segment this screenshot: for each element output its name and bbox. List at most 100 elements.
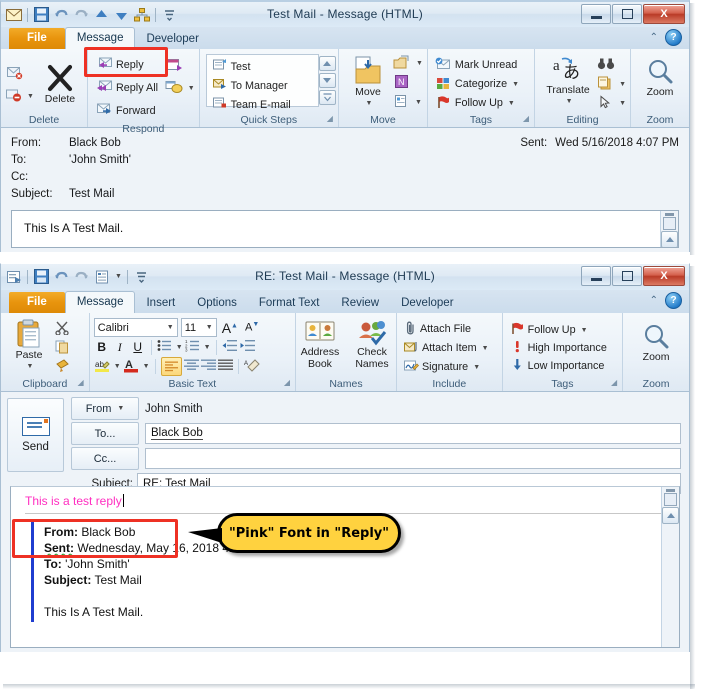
justify-button[interactable]	[217, 359, 233, 374]
clear-formatting-button[interactable]: A	[244, 358, 260, 375]
scroll-split-handle[interactable]	[666, 489, 675, 492]
font-color-button[interactable]: A	[123, 358, 139, 376]
related-button[interactable]: ▼	[597, 75, 626, 94]
minimize-button[interactable]	[581, 4, 611, 24]
follow-up-dropdown-icon[interactable]: ▼	[581, 327, 588, 334]
highlight-dropdown-icon[interactable]: ▼	[114, 363, 121, 370]
bullets-button[interactable]	[157, 339, 172, 355]
tab-file[interactable]: File	[9, 292, 65, 313]
tags-dialog-launcher[interactable]: ◢	[523, 112, 529, 126]
rules-button[interactable]: ▼	[393, 54, 423, 73]
quick-steps-scroll-up[interactable]	[318, 56, 336, 71]
move-button[interactable]: Move ▼	[343, 54, 393, 112]
tab-insert[interactable]: Insert	[135, 293, 186, 313]
maximize-button[interactable]	[612, 266, 642, 286]
tab-file[interactable]: File	[9, 28, 65, 49]
tab-format-text[interactable]: Format Text	[248, 293, 331, 313]
onenote-icon[interactable]: N	[393, 73, 423, 93]
translate-dropdown-icon[interactable]: ▼	[566, 96, 573, 108]
font-size-dropdown-icon[interactable]: ▼	[206, 324, 213, 331]
cc-input[interactable]	[145, 448, 681, 469]
quick-step-team-email[interactable]: Team E-mail	[207, 95, 318, 114]
forward-button[interactable]: Forward	[92, 99, 164, 122]
tab-review[interactable]: Review	[330, 293, 390, 313]
read-message-body[interactable]: This Is A Test Mail.	[11, 210, 679, 248]
to-button[interactable]: To...	[71, 422, 139, 445]
quick-steps-more[interactable]	[318, 90, 336, 105]
select-dropdown-icon[interactable]: ▼	[619, 100, 626, 107]
numbering-button[interactable]: 123	[185, 339, 200, 355]
delete-button[interactable]: Delete	[36, 61, 84, 107]
more-respond-dropdown-icon[interactable]: ▼	[188, 85, 195, 92]
compose-body-scrollbar[interactable]	[661, 487, 679, 647]
tab-options[interactable]: Options	[186, 293, 248, 313]
address-book-button[interactable]: Address Book	[295, 318, 345, 372]
font-color-dropdown-icon[interactable]: ▼	[143, 363, 150, 370]
read-body-scrollbar[interactable]	[660, 211, 678, 247]
bold-button[interactable]: B	[94, 340, 110, 354]
scroll-up-button[interactable]	[662, 507, 679, 524]
check-names-button[interactable]: Check Names	[347, 318, 397, 372]
copy-icon[interactable]	[53, 339, 72, 358]
junk-button[interactable]: ▼	[4, 86, 34, 105]
actions-button[interactable]: ▼	[393, 93, 423, 112]
decrease-indent-button[interactable]	[222, 339, 238, 355]
quick-step-test[interactable]: Test	[207, 57, 318, 76]
shrink-font-button[interactable]: A▼	[243, 321, 261, 334]
tab-message[interactable]: Message	[64, 27, 136, 49]
font-name-combo[interactable]: Calibri ▼	[93, 318, 178, 337]
reply-button[interactable]: Reply	[92, 53, 164, 76]
attach-item-dropdown-icon[interactable]: ▼	[482, 345, 489, 352]
signature-dropdown-icon[interactable]: ▼	[473, 364, 480, 371]
reply-text[interactable]: This is a test reply	[11, 487, 679, 508]
quick-step-to-manager[interactable]: To Manager	[207, 76, 318, 95]
help-icon[interactable]: ?	[665, 29, 682, 46]
quick-steps-scroll-down[interactable]	[318, 73, 336, 88]
find-binoculars-icon[interactable]	[597, 56, 626, 75]
align-left-button[interactable]	[160, 357, 182, 376]
close-button[interactable]: X	[643, 4, 685, 24]
tab-message[interactable]: Message	[64, 291, 136, 313]
tags-dialog-launcher[interactable]: ◢	[611, 376, 617, 390]
signature-button[interactable]: Signature ▼	[401, 358, 483, 377]
align-right-button[interactable]	[200, 359, 216, 374]
compose-window-controls[interactable]: X	[580, 266, 685, 286]
help-icon[interactable]: ?	[665, 292, 682, 309]
move-dropdown-icon[interactable]: ▼	[365, 98, 372, 110]
clipboard-dialog-launcher[interactable]: ◢	[78, 376, 84, 390]
text-highlight-color-button[interactable]: ab	[94, 358, 110, 376]
junk-dropdown-icon[interactable]: ▼	[27, 93, 34, 100]
font-name-dropdown-icon[interactable]: ▼	[167, 324, 174, 331]
zoom-button[interactable]: Zoom	[631, 321, 681, 365]
scroll-up-button[interactable]	[661, 231, 678, 247]
mark-unread-button[interactable]: Mark Unread	[432, 56, 520, 75]
read-window-tabstrip[interactable]: File Message Developer ⌃ ?	[0, 27, 690, 49]
collapse-ribbon-icon[interactable]: ⌃	[650, 295, 658, 306]
increase-indent-button[interactable]	[240, 339, 256, 355]
categorize-dropdown-icon[interactable]: ▼	[512, 81, 519, 88]
more-respond-button[interactable]: ▼	[164, 78, 195, 97]
follow-up-button[interactable]: Follow Up ▼	[432, 94, 518, 113]
minimize-button[interactable]	[581, 266, 611, 286]
zoom-button[interactable]: Zoom	[635, 56, 685, 100]
close-button[interactable]: X	[643, 266, 685, 286]
scroll-split-handle[interactable]	[665, 213, 674, 216]
attach-item-button[interactable]: Attach Item ▼	[401, 339, 492, 358]
cc-button[interactable]: Cc...	[71, 447, 139, 470]
maximize-button[interactable]	[612, 4, 642, 24]
meeting-icon[interactable]	[164, 55, 195, 78]
paste-button[interactable]: Paste ▼	[5, 317, 53, 375]
format-painter-icon[interactable]	[53, 358, 72, 377]
read-window-controls[interactable]: X	[580, 4, 685, 24]
font-size-combo[interactable]: 11 ▼	[180, 318, 217, 337]
from-dropdown-icon[interactable]: ▼	[117, 405, 124, 412]
low-importance-button[interactable]: Low Importance	[507, 357, 608, 375]
tab-developer[interactable]: Developer	[135, 29, 209, 49]
collapse-ribbon-icon[interactable]: ⌃	[650, 32, 658, 43]
compose-window-tabstrip[interactable]: File Message Insert Options Format Text …	[0, 290, 690, 313]
ignore-icon[interactable]	[4, 62, 34, 86]
scroll-split-icon[interactable]	[663, 217, 676, 230]
scroll-split-icon[interactable]	[664, 493, 677, 506]
grow-font-button[interactable]: A▲	[220, 320, 240, 336]
tab-developer[interactable]: Developer	[390, 293, 464, 313]
